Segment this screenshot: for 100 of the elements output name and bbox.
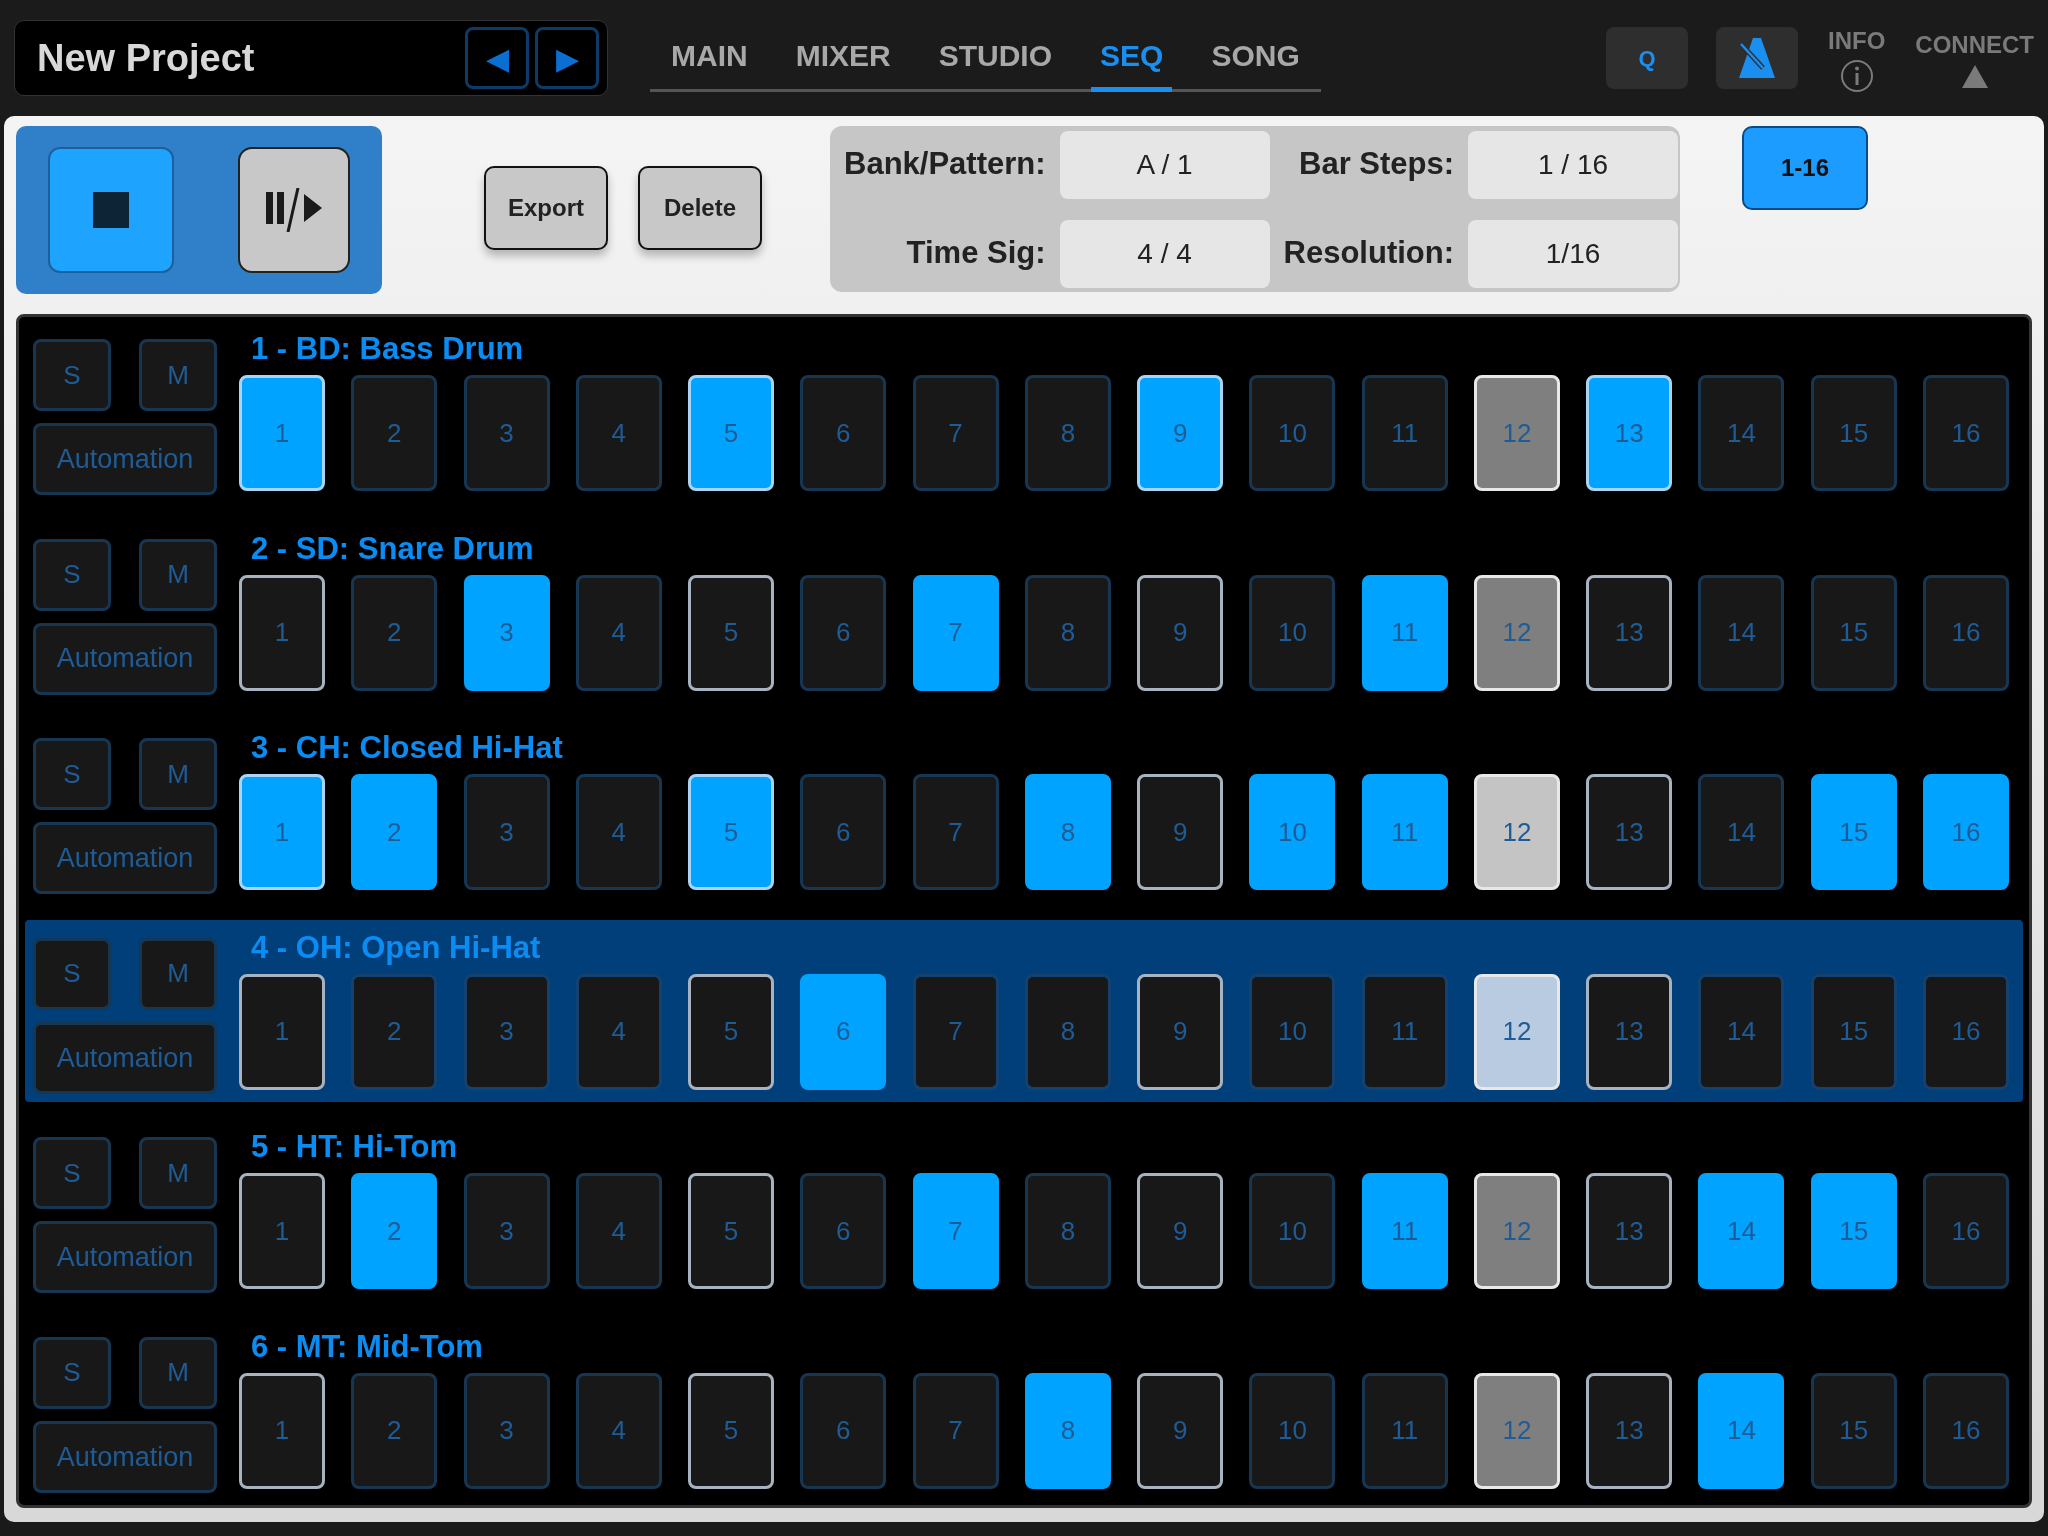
step-pad[interactable]: 10 bbox=[1249, 973, 1336, 1090]
quantize-button[interactable]: Q bbox=[1606, 27, 1688, 89]
step-pad[interactable]: 13 bbox=[1586, 774, 1673, 891]
solo-button[interactable]: S bbox=[33, 1137, 111, 1210]
automation-button[interactable]: Automation bbox=[33, 1420, 217, 1493]
step-pad[interactable]: 1 bbox=[239, 375, 325, 491]
step-pad[interactable]: 9 bbox=[1137, 973, 1224, 1090]
nav-tab[interactable]: MAIN bbox=[662, 24, 757, 92]
action-button[interactable]: Delete bbox=[638, 166, 762, 250]
step-pad[interactable]: 4 bbox=[575, 1173, 662, 1290]
solo-button[interactable]: S bbox=[33, 538, 111, 611]
step-pad[interactable]: 12 bbox=[1473, 1372, 1560, 1489]
step-pad[interactable]: 1 bbox=[239, 574, 325, 691]
step-pad[interactable]: 1 bbox=[239, 973, 325, 1090]
info-button[interactable]: INFO bbox=[1828, 23, 1886, 93]
step-pad[interactable]: 14 bbox=[1698, 973, 1785, 1090]
step-pad[interactable]: 4 bbox=[575, 1372, 662, 1489]
step-pad[interactable]: 6 bbox=[800, 1173, 887, 1290]
step-pad[interactable]: 16 bbox=[1923, 973, 2009, 1090]
step-pad[interactable]: 6 bbox=[800, 973, 887, 1090]
step-pad[interactable]: 5 bbox=[688, 1372, 775, 1489]
solo-button[interactable]: S bbox=[33, 738, 111, 811]
mute-button[interactable]: M bbox=[139, 738, 217, 811]
step-pad[interactable]: 5 bbox=[688, 574, 775, 691]
step-pad[interactable]: 3 bbox=[463, 1372, 550, 1489]
step-pad[interactable]: 13 bbox=[1586, 574, 1673, 691]
step-pad[interactable]: 8 bbox=[1024, 375, 1111, 491]
step-pad[interactable]: 8 bbox=[1024, 574, 1111, 691]
previous-button[interactable]: ◀ bbox=[465, 27, 529, 89]
action-button[interactable]: Export bbox=[484, 166, 608, 250]
mute-button[interactable]: M bbox=[139, 1137, 217, 1210]
step-pad[interactable]: 11 bbox=[1361, 1372, 1448, 1489]
step-pad[interactable]: 4 bbox=[575, 574, 662, 691]
step-pad[interactable]: 12 bbox=[1473, 574, 1560, 691]
step-pad[interactable]: 6 bbox=[800, 1372, 887, 1489]
nav-tab[interactable]: MIXER bbox=[786, 24, 900, 92]
step-pad[interactable]: 15 bbox=[1810, 973, 1897, 1090]
info-value-field[interactable]: 4 / 4 bbox=[1059, 219, 1270, 288]
step-pad[interactable]: 2 bbox=[351, 973, 438, 1090]
step-pad[interactable]: 4 bbox=[575, 375, 662, 491]
step-pad[interactable]: 1 bbox=[239, 774, 325, 891]
stop-button[interactable] bbox=[48, 147, 174, 273]
step-pad[interactable]: 2 bbox=[351, 574, 438, 691]
next-button[interactable]: ▶ bbox=[535, 27, 599, 89]
step-pad[interactable]: 10 bbox=[1249, 1173, 1336, 1290]
step-pad[interactable]: 11 bbox=[1361, 1173, 1448, 1290]
step-pad[interactable]: 5 bbox=[688, 774, 775, 891]
step-pad[interactable]: 16 bbox=[1923, 1372, 2009, 1489]
step-pad[interactable]: 13 bbox=[1586, 1372, 1673, 1489]
step-pad[interactable]: 5 bbox=[688, 1173, 775, 1290]
metronome-button[interactable] bbox=[1716, 27, 1798, 89]
automation-button[interactable]: Automation bbox=[33, 423, 217, 495]
step-pad[interactable]: 14 bbox=[1698, 375, 1785, 491]
step-pad[interactable]: 7 bbox=[912, 1372, 999, 1489]
step-pad[interactable]: 15 bbox=[1810, 774, 1897, 891]
step-pad[interactable]: 1 bbox=[239, 1173, 325, 1290]
step-pad[interactable]: 12 bbox=[1473, 973, 1560, 1090]
step-page-button[interactable]: 1-16 bbox=[1742, 126, 1868, 210]
play-pause-button[interactable] bbox=[238, 147, 350, 273]
step-pad[interactable]: 14 bbox=[1698, 1372, 1785, 1489]
step-pad[interactable]: 11 bbox=[1361, 375, 1448, 491]
step-pad[interactable]: 8 bbox=[1024, 774, 1111, 891]
step-pad[interactable]: 10 bbox=[1249, 574, 1336, 691]
step-pad[interactable]: 6 bbox=[800, 375, 887, 491]
step-pad[interactable]: 15 bbox=[1810, 574, 1897, 691]
step-pad[interactable]: 16 bbox=[1923, 574, 2009, 691]
step-pad[interactable]: 11 bbox=[1361, 574, 1448, 691]
step-pad[interactable]: 8 bbox=[1024, 973, 1111, 1090]
step-pad[interactable]: 15 bbox=[1810, 1372, 1897, 1489]
step-pad[interactable]: 1 bbox=[239, 1372, 325, 1489]
mute-button[interactable]: M bbox=[139, 937, 217, 1010]
nav-tab[interactable]: SONG bbox=[1202, 24, 1309, 92]
step-pad[interactable]: 14 bbox=[1698, 774, 1785, 891]
automation-button[interactable]: Automation bbox=[33, 622, 217, 695]
step-pad[interactable]: 2 bbox=[351, 375, 438, 491]
automation-button[interactable]: Automation bbox=[33, 1221, 217, 1294]
step-pad[interactable]: 15 bbox=[1810, 375, 1897, 491]
step-pad[interactable]: 15 bbox=[1810, 1173, 1897, 1290]
step-pad[interactable]: 9 bbox=[1137, 375, 1224, 491]
step-pad[interactable]: 10 bbox=[1249, 1372, 1336, 1489]
info-value-field[interactable]: A / 1 bbox=[1059, 130, 1270, 199]
step-pad[interactable]: 3 bbox=[463, 375, 550, 491]
step-pad[interactable]: 16 bbox=[1923, 1173, 2009, 1290]
step-pad[interactable]: 10 bbox=[1249, 375, 1336, 491]
step-pad[interactable]: 2 bbox=[351, 1173, 438, 1290]
step-pad[interactable]: 12 bbox=[1473, 375, 1560, 491]
info-value-field[interactable]: 1 / 16 bbox=[1468, 130, 1679, 199]
automation-button[interactable]: Automation bbox=[33, 822, 217, 895]
step-pad[interactable]: 9 bbox=[1137, 1173, 1224, 1290]
automation-button[interactable]: Automation bbox=[33, 1021, 217, 1094]
connect-button[interactable]: CONNECT bbox=[1915, 27, 2034, 89]
step-pad[interactable]: 7 bbox=[912, 1173, 999, 1290]
step-pad[interactable]: 9 bbox=[1137, 774, 1224, 891]
step-pad[interactable]: 5 bbox=[688, 375, 775, 491]
step-pad[interactable]: 3 bbox=[463, 774, 550, 891]
step-pad[interactable]: 3 bbox=[463, 574, 550, 691]
step-pad[interactable]: 3 bbox=[463, 973, 550, 1090]
step-pad[interactable]: 14 bbox=[1698, 1173, 1785, 1290]
step-pad[interactable]: 10 bbox=[1249, 774, 1336, 891]
step-pad[interactable]: 4 bbox=[575, 774, 662, 891]
